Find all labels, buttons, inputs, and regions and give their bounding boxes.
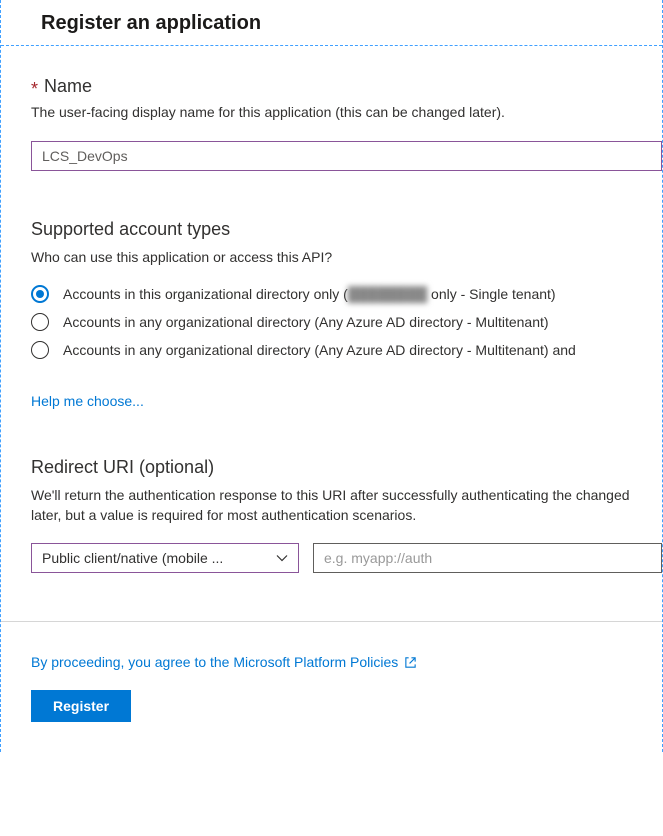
chevron-down-icon <box>276 552 288 564</box>
help-me-choose-link[interactable]: Help me choose... <box>31 393 144 409</box>
redirect-uri-description: We'll return the authentication response… <box>31 486 662 525</box>
radio-label: Accounts in any organizational directory… <box>63 314 549 330</box>
radio-label: Accounts in this organizational director… <box>63 286 556 302</box>
name-label: Name <box>44 76 92 97</box>
policy-link-text: By proceeding, you agree to the Microsof… <box>31 654 398 670</box>
register-button[interactable]: Register <box>31 690 131 722</box>
radio-multitenant[interactable]: Accounts in any organizational directory… <box>31 313 662 331</box>
radio-icon <box>31 341 49 359</box>
dropdown-selected-text: Public client/native (mobile ... <box>42 550 223 566</box>
redirect-uri-input[interactable] <box>313 543 662 573</box>
radio-icon <box>31 285 49 303</box>
account-types-description: Who can use this application or access t… <box>31 248 662 268</box>
name-input[interactable] <box>31 141 662 171</box>
radio-multitenant-personal[interactable]: Accounts in any organizational directory… <box>31 341 662 359</box>
redirect-platform-dropdown[interactable]: Public client/native (mobile ... <box>31 543 299 573</box>
page-title: Register an application <box>41 12 632 35</box>
external-link-icon <box>404 656 417 669</box>
name-description: The user-facing display name for this ap… <box>31 103 662 123</box>
radio-icon <box>31 313 49 331</box>
platform-policies-link[interactable]: By proceeding, you agree to the Microsof… <box>31 654 417 670</box>
radio-single-tenant[interactable]: Accounts in this organizational director… <box>31 285 662 303</box>
required-indicator: * <box>31 80 38 98</box>
radio-label: Accounts in any organizational directory… <box>63 342 576 358</box>
account-types-heading: Supported account types <box>31 219 662 240</box>
redirect-uri-heading: Redirect URI (optional) <box>31 457 662 478</box>
